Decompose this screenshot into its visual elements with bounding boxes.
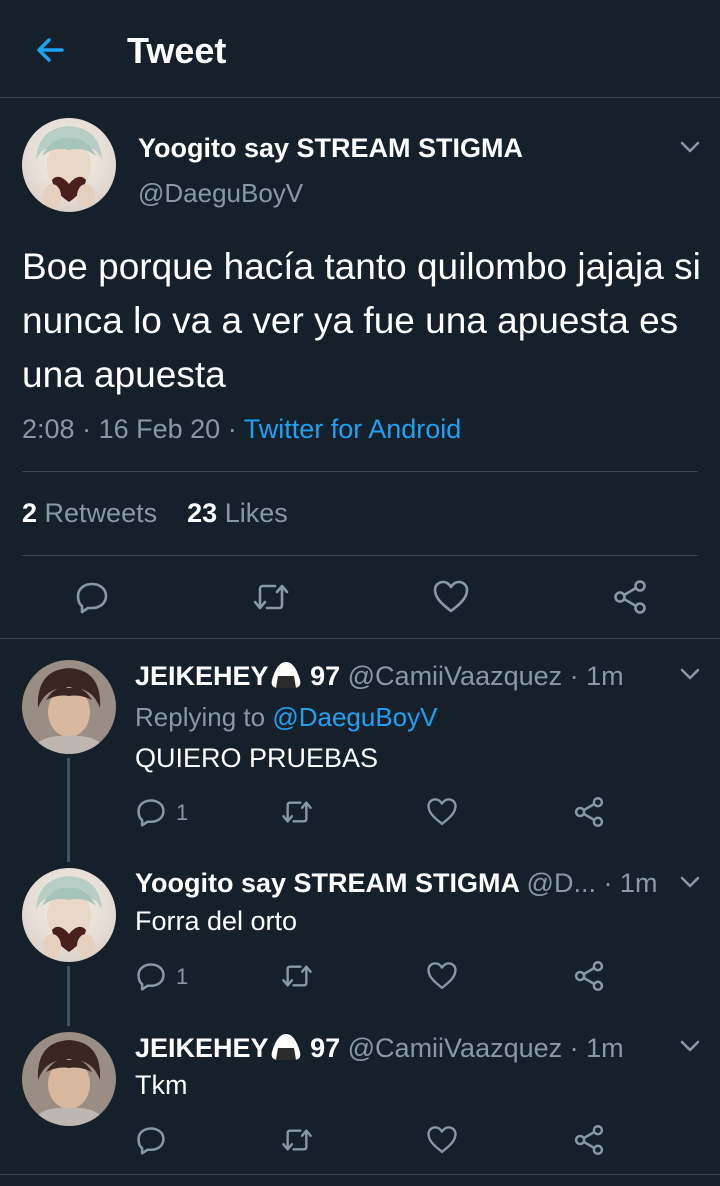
share-icon[interactable] bbox=[612, 579, 648, 615]
tweet-stats: 2 Retweets 23 Likes bbox=[22, 498, 288, 529]
like-icon[interactable] bbox=[426, 960, 458, 992]
reply-icon[interactable] bbox=[135, 796, 167, 828]
page-title: Tweet bbox=[127, 30, 227, 71]
replying-to-link[interactable]: @DaeguBoyV bbox=[272, 702, 437, 732]
thread-line bbox=[67, 966, 70, 1026]
like-icon[interactable] bbox=[426, 1124, 458, 1156]
avatar[interactable] bbox=[22, 660, 116, 754]
likes-label: Likes bbox=[224, 498, 288, 528]
divider bbox=[22, 471, 698, 472]
retweet-icon[interactable] bbox=[280, 796, 314, 828]
chevron-down-icon[interactable] bbox=[679, 667, 701, 681]
divider bbox=[0, 1174, 720, 1175]
retweets-stat[interactable]: 2 Retweets bbox=[22, 498, 157, 528]
tweet-time: 2:08 bbox=[22, 414, 75, 444]
divider bbox=[0, 638, 720, 639]
reply-text: Forra del orto bbox=[135, 906, 298, 936]
avatar[interactable] bbox=[22, 118, 116, 212]
like-icon[interactable] bbox=[426, 796, 458, 828]
share-icon[interactable] bbox=[573, 796, 605, 828]
tweet-text: Boe porque hacía tanto quilombo jajaja s… bbox=[22, 246, 701, 395]
top-bar: Tweet bbox=[0, 0, 720, 98]
chevron-down-icon[interactable] bbox=[679, 875, 701, 889]
tweet-source-link[interactable]: Twitter for Android bbox=[244, 414, 462, 444]
reply-icon[interactable] bbox=[135, 1124, 167, 1156]
rice-ball-emoji-icon bbox=[271, 662, 300, 688]
tweet-date: 16 Feb 20 bbox=[98, 414, 221, 444]
reply-header: JEIKEHEY 97 @CamiiVaazquez · 1m bbox=[135, 1032, 624, 1064]
reply-author-name[interactable]: Yoogito say STREAM STIGMA bbox=[135, 868, 519, 898]
retweet-icon[interactable] bbox=[280, 960, 314, 992]
replying-to: Replying to @DaeguBoyV bbox=[135, 702, 437, 733]
meta-separator: · bbox=[227, 414, 237, 444]
reply-author-name-suffix[interactable]: 97 bbox=[310, 1033, 340, 1063]
reply-text: Tkm bbox=[135, 1070, 188, 1100]
reply-handle-time[interactable]: @D... · 1m bbox=[527, 868, 658, 898]
avatar[interactable] bbox=[22, 868, 116, 962]
retweet-icon[interactable] bbox=[251, 579, 291, 615]
author-handle[interactable]: @DaeguBoyV bbox=[138, 178, 303, 209]
rice-ball-emoji-icon bbox=[271, 1034, 300, 1060]
likes-stat[interactable]: 23 Likes bbox=[187, 498, 288, 528]
reply-count: 1 bbox=[176, 964, 189, 989]
author-name[interactable]: Yoogito say STREAM STIGMA bbox=[138, 133, 523, 164]
retweets-count: 2 bbox=[22, 498, 38, 528]
retweets-label: Retweets bbox=[44, 498, 158, 528]
thread-line bbox=[67, 758, 70, 862]
reply-author-name[interactable]: JEIKEHEY bbox=[135, 1033, 269, 1063]
reply-icon[interactable] bbox=[74, 579, 110, 615]
back-arrow-icon[interactable] bbox=[30, 30, 70, 70]
likes-count: 23 bbox=[187, 498, 218, 528]
avatar[interactable] bbox=[22, 1032, 116, 1126]
reply-author-name-suffix[interactable]: 97 bbox=[310, 661, 340, 691]
share-icon[interactable] bbox=[573, 1124, 605, 1156]
divider bbox=[22, 555, 698, 556]
reply-count: 1 bbox=[176, 800, 189, 825]
reply-handle-time[interactable]: @CamiiVaazquez · 1m bbox=[348, 1033, 624, 1063]
share-icon[interactable] bbox=[573, 960, 605, 992]
replying-to-label: Replying to bbox=[135, 702, 266, 732]
chevron-down-icon[interactable] bbox=[679, 1039, 701, 1053]
reply-header: JEIKEHEY 97 @CamiiVaazquez · 1m bbox=[135, 660, 624, 692]
tweet-meta: 2:08 · 16 Feb 20 · Twitter for Android bbox=[22, 414, 461, 445]
chevron-down-icon[interactable] bbox=[679, 140, 701, 154]
reply-text: QUIERO PRUEBAS bbox=[135, 743, 379, 773]
reply-icon[interactable] bbox=[135, 960, 167, 992]
reply-handle-time[interactable]: @CamiiVaazquez · 1m bbox=[348, 661, 624, 691]
retweet-icon[interactable] bbox=[280, 1124, 314, 1156]
meta-separator: · bbox=[82, 414, 92, 444]
like-icon[interactable] bbox=[432, 579, 470, 615]
reply-header: Yoogito say STREAM STIGMA @D... · 1m bbox=[135, 868, 657, 899]
reply-author-name[interactable]: JEIKEHEY bbox=[135, 661, 269, 691]
